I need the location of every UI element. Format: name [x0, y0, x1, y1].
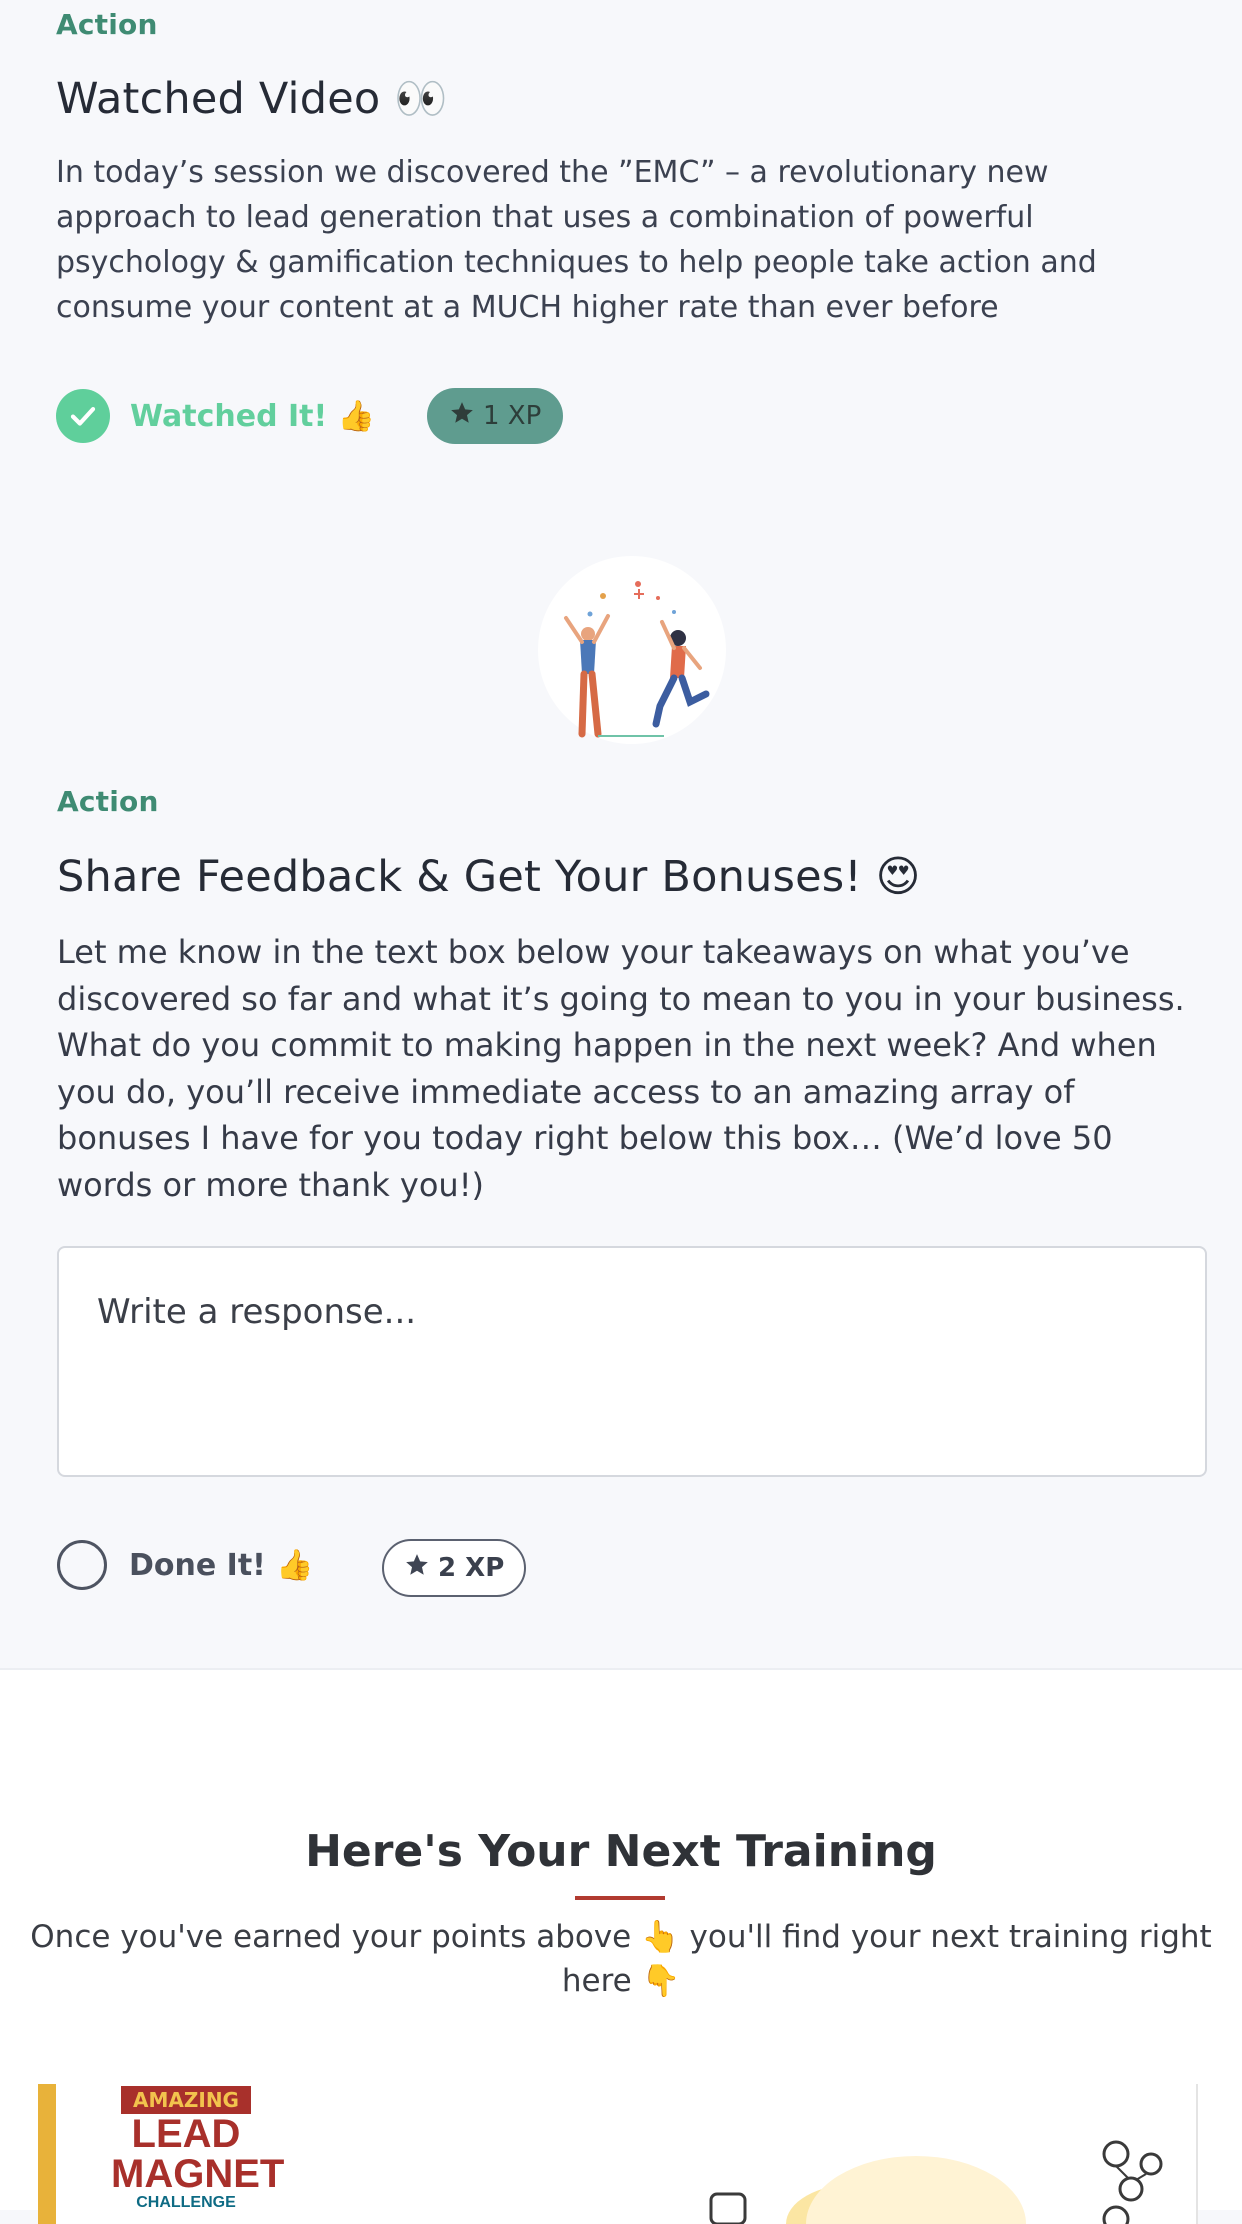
next-training-card[interactable]: AMAZING LEAD MAGNET CHALLENGE [38, 2084, 1198, 2224]
card-illustration [676, 2124, 1196, 2224]
check-icon [56, 389, 110, 443]
xp-value: 2 XP [438, 1553, 505, 1583]
action-description: Let me know in the text box below your t… [57, 933, 1185, 1204]
watched-toggle[interactable]: Watched It! 👍 [56, 389, 375, 443]
logo-line1: LEAD [131, 2112, 241, 2156]
action-label: Action [56, 8, 158, 41]
xp-badge: 1 XP [427, 388, 564, 444]
action-title: Share Feedback & Get Your Bonuses! 😍 [57, 852, 921, 902]
star-icon [404, 1552, 430, 1585]
section-subtitle-line2: here 👇 [561, 1963, 681, 1999]
logo-line3: CHALLENGE [136, 2194, 236, 2211]
watched-label: Watched It! 👍 [130, 398, 375, 434]
xp-badge: 2 XP [382, 1539, 527, 1597]
title-underline [575, 1896, 665, 1900]
celebration-illustration [538, 556, 726, 744]
response-textarea[interactable] [57, 1246, 1207, 1477]
done-label: Done It! 👍 [129, 1547, 314, 1583]
xp-value: 1 XP [483, 401, 542, 431]
logo-line2: MAGNET [111, 2152, 285, 2196]
done-toggle[interactable]: Done It! 👍 [57, 1540, 314, 1590]
lead-magnet-logo: AMAZING LEAD MAGNET CHALLENGE [111, 2084, 285, 2224]
section-title: Here's Your Next Training [305, 1826, 937, 1877]
star-icon [449, 400, 475, 433]
action-description: In today’s session we discovered the ”EM… [56, 155, 1097, 325]
unchecked-circle-icon [57, 1540, 107, 1590]
action-title: Watched Video 👀 [56, 74, 448, 124]
logo-top: AMAZING [121, 2086, 251, 2114]
section-subtitle-line1: Once you've earned your points above 👆 y… [30, 1919, 1212, 1955]
action-label: Action [57, 785, 159, 818]
